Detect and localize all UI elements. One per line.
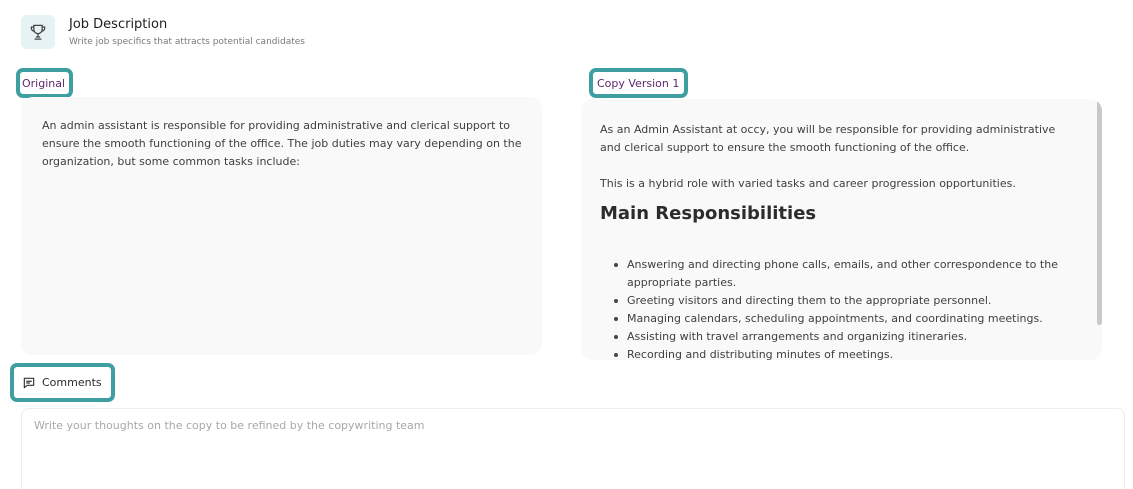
- comments-label: Comments: [42, 376, 102, 389]
- list-item: Assisting with travel arrangements and o…: [600, 328, 1062, 346]
- copy-version-label: Copy Version 1: [597, 76, 680, 90]
- page-title: Job Description: [69, 17, 168, 32]
- section-header: Job Description Write job specifics that…: [21, 15, 305, 49]
- comments-tag: Comments: [10, 363, 115, 402]
- copy-paragraph-1: As an Admin Assistant at occy, you will …: [600, 123, 1056, 154]
- trophy-icon: [30, 24, 46, 40]
- copy-version-tag[interactable]: Copy Version 1: [589, 68, 688, 98]
- list-item: Recording and distributing minutes of me…: [600, 346, 1062, 360]
- list-item: Managing calendars, scheduling appointme…: [600, 310, 1062, 328]
- copy-panel-scrollbar[interactable]: [1097, 99, 1102, 325]
- responsibilities-list: Answering and directing phone calls, ema…: [600, 256, 1062, 360]
- comments-box: [21, 408, 1125, 489]
- original-tag: Original: [16, 68, 73, 98]
- original-label: Original: [22, 76, 66, 90]
- original-panel: An admin assistant is responsible for pr…: [21, 97, 542, 355]
- comment-icon: [23, 377, 35, 388]
- original-text: An admin assistant is responsible for pr…: [42, 119, 522, 168]
- copy-heading: Main Responsibilities: [600, 203, 817, 224]
- page-subtitle: Write job specifics that attracts potent…: [69, 37, 305, 47]
- list-item: Answering and directing phone calls, ema…: [600, 256, 1062, 292]
- trophy-icon-box: [21, 15, 55, 49]
- copy-paragraph-2: This is a hybrid role with varied tasks …: [600, 177, 1016, 190]
- comments-input[interactable]: [34, 419, 1112, 487]
- list-item: Greeting visitors and directing them to …: [600, 292, 1062, 310]
- copy-panel[interactable]: As an Admin Assistant at occy, you will …: [581, 99, 1102, 360]
